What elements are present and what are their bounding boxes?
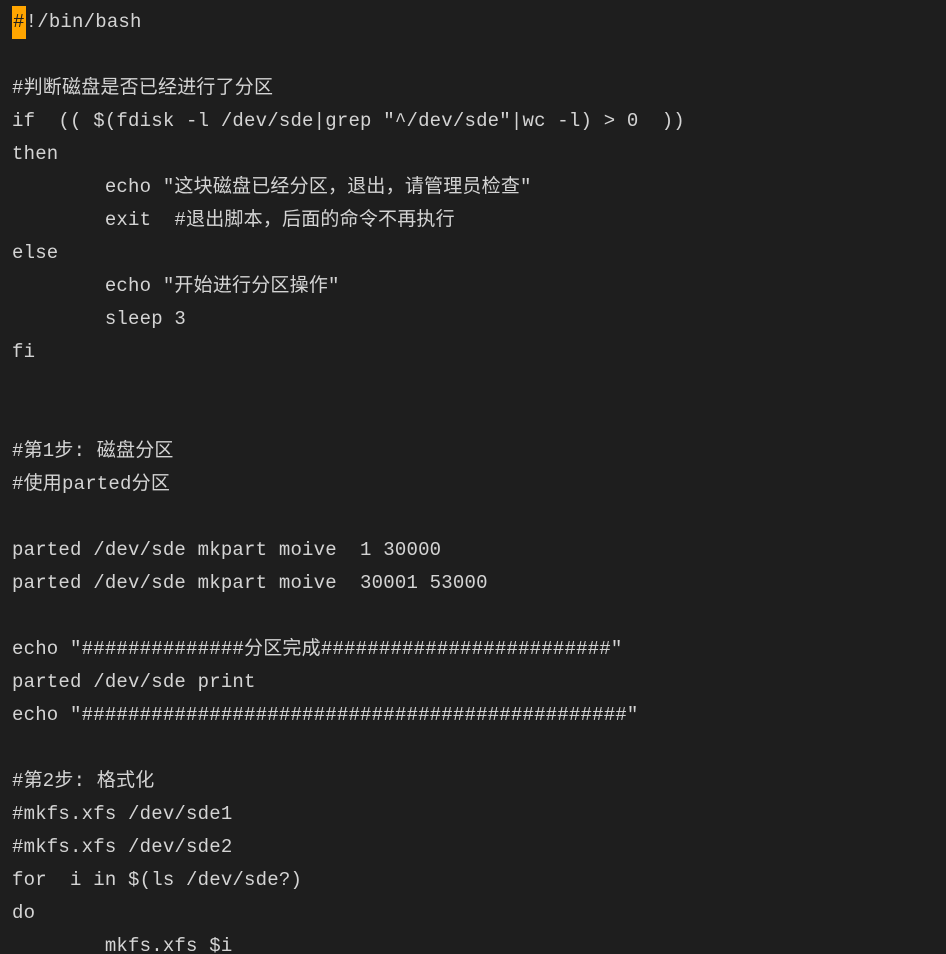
code-line: #第2步: 格式化	[12, 770, 154, 792]
code-line: #第1步: 磁盘分区	[12, 440, 174, 462]
code-line: #!/bin/bash	[12, 11, 142, 33]
code-line: else	[12, 242, 58, 264]
code-line: #使用parted分区	[12, 473, 170, 495]
code-line: echo "这块磁盘已经分区，退出，请管理员检查"	[12, 176, 532, 198]
code-line: if (( $(fdisk -l /dev/sde|grep "^/dev/sd…	[12, 110, 685, 132]
code-text: !/bin/bash	[26, 11, 142, 33]
code-line: do	[12, 902, 35, 924]
cursor: #	[12, 6, 26, 39]
code-line: echo "开始进行分区操作"	[12, 275, 340, 297]
code-line: #mkfs.xfs /dev/sde2	[12, 836, 232, 858]
code-line: echo "##################################…	[12, 704, 639, 726]
code-line: fi	[12, 341, 35, 363]
code-line: #判断磁盘是否已经进行了分区	[12, 77, 273, 99]
code-editor[interactable]: #!/bin/bash #判断磁盘是否已经进行了分区 if (( $(fdisk…	[0, 0, 946, 954]
code-line: for i in $(ls /dev/sde?)	[12, 869, 302, 891]
code-line: parted /dev/sde mkpart moive 1 30000	[12, 539, 441, 561]
code-line: then	[12, 143, 58, 165]
code-line: echo "##############分区完成################…	[12, 638, 623, 660]
code-line: #mkfs.xfs /dev/sde1	[12, 803, 232, 825]
code-line: exit #退出脚本，后面的命令不再执行	[12, 209, 455, 231]
code-line: mkfs.xfs $i	[12, 935, 232, 954]
code-line: parted /dev/sde mkpart moive 30001 53000	[12, 572, 488, 594]
code-line: sleep 3	[12, 308, 186, 330]
code-line: parted /dev/sde print	[12, 671, 256, 693]
